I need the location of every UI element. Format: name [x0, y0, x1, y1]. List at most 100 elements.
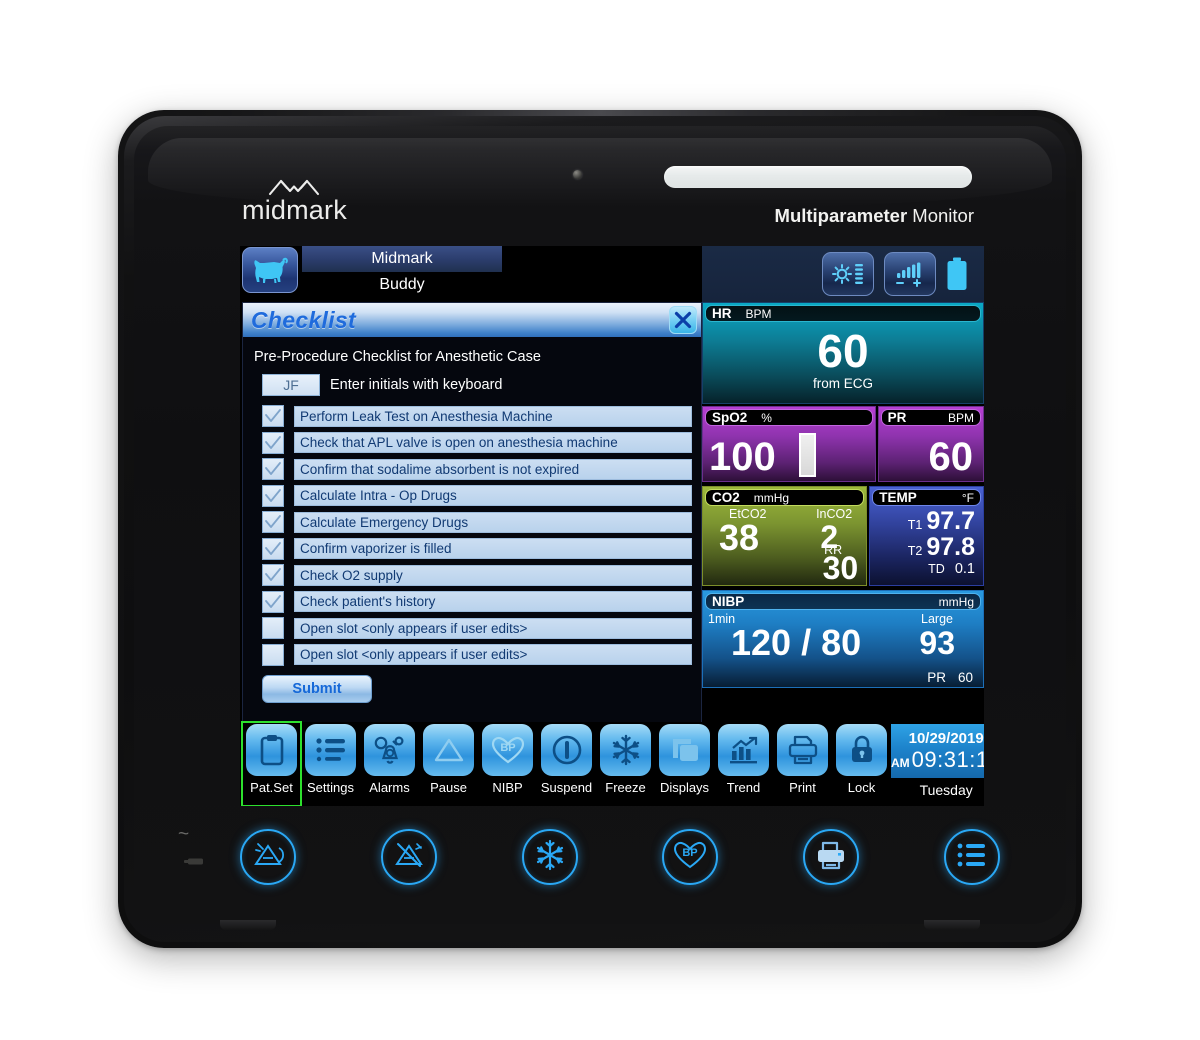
checkbox-checked[interactable] — [262, 484, 284, 507]
checklist-item-label: Perform Leak Test on Anesthesia Machine — [294, 405, 692, 427]
brand-name: midmark — [242, 195, 347, 225]
brand-logo: midmark — [242, 178, 347, 224]
co2-panel[interactable]: CO2 mmHg EtCO2 InCO2 38 2 RR 30 — [702, 486, 868, 586]
toolbar-button-print[interactable]: Print — [773, 722, 832, 806]
spo2-panel[interactable]: SpO2 % 100 — [702, 406, 876, 482]
battery-icon — [947, 257, 967, 290]
hardware-key-bp-heart[interactable]: BP — [662, 829, 719, 885]
ac-power-symbol: ~ — [178, 824, 190, 845]
nibp-panel[interactable]: NIBP mmHg 1min Large 120 / 80 93 PR 60 — [702, 590, 984, 688]
checklist-item[interactable]: Calculate Intra - Op Drugs — [262, 484, 692, 507]
temp-panel[interactable]: TEMP °F T1 97.7 T2 97.8 TD 0.1 — [869, 486, 984, 586]
trend-chart-icon — [718, 724, 769, 776]
temp-t2-label: T2 — [907, 544, 923, 558]
toolbar-button-pause[interactable]: Pause — [419, 722, 478, 806]
checkbox-unchecked[interactable] — [262, 643, 284, 666]
volume-icon — [896, 262, 921, 287]
initials-input[interactable]: JF — [262, 374, 320, 396]
checklist-item[interactable]: Perform Leak Test on Anesthesia Machine — [262, 405, 692, 427]
spo2-value: 100 — [709, 435, 776, 479]
hr-header: HR BPM — [705, 305, 981, 322]
toolbar-button-lock[interactable]: Lock — [832, 722, 891, 806]
checklist-item[interactable]: Open slot <only appears if user edits> — [262, 617, 692, 639]
toolbar-button-alarms[interactable]: Alarms — [360, 722, 419, 806]
checklist-item-label: Calculate Emergency Drugs — [294, 511, 692, 533]
co2-unit: mmHg — [753, 490, 790, 505]
brightness-icon — [832, 264, 863, 284]
hr-value: 60 — [817, 325, 869, 377]
checklist-subtitle: Pre-Procedure Checklist for Anesthetic C… — [254, 349, 541, 365]
check-icon — [265, 462, 281, 475]
checklist-dialog[interactable]: Checklist Pre-Procedure Checklist for An… — [242, 302, 702, 742]
nibp-bp-value: 120 / 80 — [731, 622, 862, 663]
clock-widget[interactable]: 10/29/2019 AM 09:31:12 Tuesday — [891, 722, 984, 806]
status-light-bar-icon — [664, 166, 972, 188]
lcd-screen[interactable]: Midmark Buddy Checklist Pre-Procedure Ch… — [240, 246, 984, 806]
checklist-item[interactable]: Check that APL valve is open on anesthes… — [262, 431, 692, 454]
checkbox-checked[interactable] — [262, 458, 284, 480]
temp-t1-row: T1 97.7 — [908, 507, 975, 536]
device-bezel: midmark Multiparameter Monitor Midmark B… — [124, 116, 1076, 942]
patient-identity[interactable]: Midmark Buddy — [302, 246, 502, 298]
checkbox-checked[interactable] — [262, 590, 284, 613]
toolbar-button-pat-set[interactable]: Pat.Set — [241, 721, 302, 806]
close-button[interactable] — [669, 306, 697, 334]
checkbox-checked[interactable] — [262, 405, 284, 427]
checkbox-checked[interactable] — [262, 537, 284, 560]
checklist-item[interactable]: Open slot <only appears if user edits> — [262, 643, 692, 666]
temp-td-row: TD 0.1 — [928, 561, 975, 577]
spo2-pr-row: SpO2 % 100 PR BPM 60 — [702, 406, 984, 484]
checkbox-unchecked[interactable] — [262, 617, 284, 639]
submit-button[interactable]: Submit — [262, 674, 372, 703]
check-icon — [265, 488, 281, 502]
hardware-key-menu-list[interactable] — [943, 829, 1000, 885]
checklist-item[interactable]: Check O2 supply — [262, 564, 692, 586]
checklist-item[interactable]: Confirm vaporizer is filled — [262, 537, 692, 560]
checkbox-checked[interactable] — [262, 564, 284, 586]
hospital-name: Midmark — [302, 246, 502, 272]
toolbar-button-suspend[interactable]: Suspend — [537, 722, 596, 806]
toolbar-button-displays[interactable]: Displays — [655, 722, 714, 806]
alarm-bell-icon — [364, 724, 415, 776]
product-title-light: Monitor — [912, 205, 974, 226]
pr-panel[interactable]: PR BPM 60 — [877, 406, 984, 482]
checklist-item[interactable]: Calculate Emergency Drugs — [262, 511, 692, 533]
toolbar-button-label: Pat.Set — [250, 780, 293, 795]
toolbar-button-settings[interactable]: Settings — [301, 722, 360, 806]
hardware-key-snowflake[interactable] — [521, 829, 578, 885]
hr-panel[interactable]: HR BPM 60 from ECG — [702, 302, 984, 404]
hardware-key-alarm-silence[interactable] — [240, 829, 296, 885]
hardware-key-row: BP — [240, 826, 1000, 888]
volume-button[interactable] — [884, 252, 936, 296]
brightness-button[interactable] — [822, 252, 874, 296]
checkbox-checked[interactable] — [262, 511, 284, 533]
toolbar-button-freeze[interactable]: Freeze — [596, 722, 655, 806]
checklist-item[interactable]: Check patient's history — [262, 590, 692, 613]
hardware-key-alarm-off[interactable] — [380, 829, 437, 885]
toolbar-button-label: Trend — [726, 780, 761, 795]
checkbox-checked[interactable] — [262, 431, 284, 454]
toolbar-button-label: Freeze — [605, 780, 646, 795]
pr-unit: BPM — [947, 410, 974, 425]
species-button[interactable] — [242, 247, 298, 293]
co2-temp-row: CO2 mmHg EtCO2 InCO2 38 2 RR 30 TEMP °F … — [702, 486, 984, 588]
rr-value: 30 — [822, 550, 859, 586]
check-icon — [265, 409, 281, 422]
alarm-silence-icon — [251, 840, 285, 875]
product-title-bold: Multiparameter — [774, 205, 908, 226]
pr-header: PR BPM — [880, 409, 981, 426]
checklist-item-label: Confirm that sodalime absorbent is not e… — [294, 458, 692, 480]
clipboard-icon — [246, 724, 297, 776]
checklist-item-label: Check that APL valve is open on anesthes… — [294, 432, 692, 453]
clock-box: 10/29/2019 AM 09:31:12 — [891, 724, 984, 778]
toolbar-button-trend[interactable]: Trend — [714, 722, 773, 806]
spo2-header: SpO2 % — [705, 409, 873, 426]
spo2-unit: % — [761, 410, 772, 425]
toolbar-button-nibp[interactable]: BP NIBP — [478, 722, 537, 806]
svg-text:BP: BP — [500, 742, 515, 754]
hardware-key-printer[interactable] — [803, 829, 860, 885]
check-icon — [265, 541, 281, 555]
checklist-item[interactable]: Confirm that sodalime absorbent is not e… — [262, 458, 692, 480]
suspend-icon — [541, 724, 592, 776]
lock-icon — [836, 724, 887, 776]
